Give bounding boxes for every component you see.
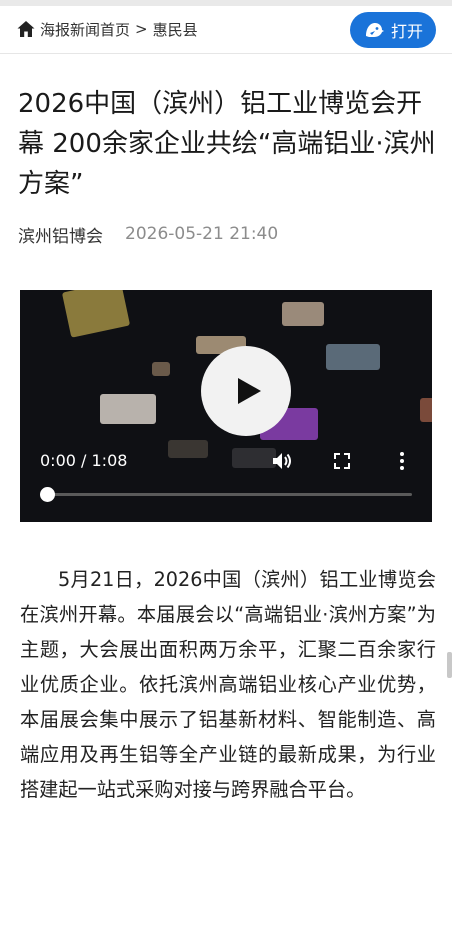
article-date: 2026-05-21 21:40: [125, 224, 279, 244]
video-time: 0:00 / 1:08: [40, 451, 128, 470]
volume-icon[interactable]: [271, 450, 293, 472]
app-logo-icon: [365, 23, 384, 37]
play-button[interactable]: [201, 346, 291, 436]
breadcrumb: 海报新闻首页 > 惠民县: [16, 16, 198, 42]
article-title: 2026中国（滨州）铝工业博览会开幕 200余家企业共绘“高端铝业·滨州方案”: [18, 89, 436, 199]
home-icon[interactable]: [16, 19, 36, 39]
video-progress-bar[interactable]: [46, 493, 412, 496]
video-frame-tile: [168, 440, 208, 458]
play-icon: [237, 378, 261, 404]
scrollbar-thumb[interactable]: [447, 652, 452, 678]
article-meta: 滨州铝博会 2026-05-21 21:40: [18, 221, 278, 247]
more-options-icon[interactable]: [391, 450, 413, 472]
breadcrumb-separator: >: [135, 20, 148, 38]
open-app-label: 打开: [390, 22, 423, 41]
article-source[interactable]: 滨州铝博会: [18, 222, 103, 247]
site-header: 海报新闻首页 > 惠民县 打开: [0, 6, 452, 54]
article-paragraph: 5月21日，2026中国（滨州）铝工业博览会在滨州开幕。本届展会以“高端铝业·滨…: [20, 568, 436, 801]
video-frame-tile: [282, 302, 324, 326]
video-frame-tile: [420, 398, 432, 422]
video-frame-tile: [152, 362, 170, 376]
video-player[interactable]: 0:00 / 1:08: [20, 290, 432, 522]
video-frame-tile: [61, 290, 131, 338]
fullscreen-icon[interactable]: [331, 450, 353, 472]
video-frame-tile: [232, 448, 276, 468]
open-app-button[interactable]: 打开: [350, 12, 436, 48]
video-frame-tile: [100, 394, 156, 424]
video-frame-tile: [326, 344, 380, 370]
video-progress-knob[interactable]: [40, 487, 55, 502]
breadcrumb-home-link[interactable]: 海报新闻首页: [40, 19, 130, 40]
breadcrumb-current[interactable]: 惠民县: [153, 19, 198, 40]
